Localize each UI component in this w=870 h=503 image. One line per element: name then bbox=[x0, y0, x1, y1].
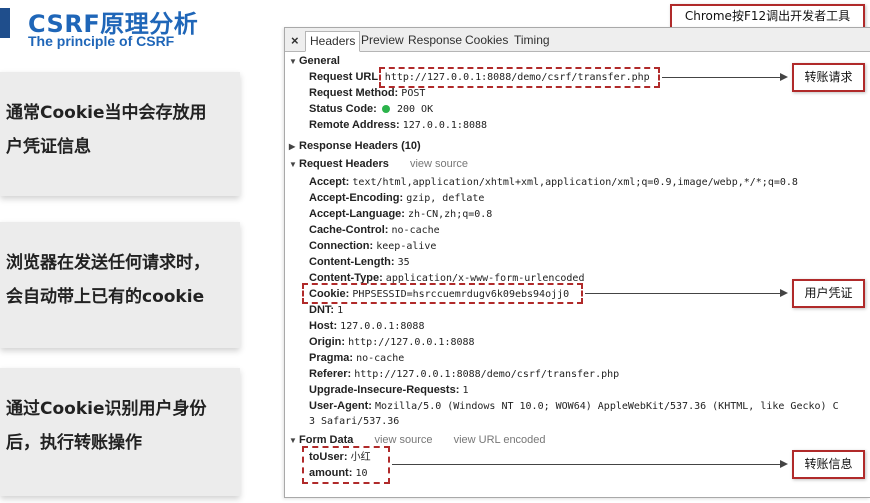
expand-triangle-icon: ▼ bbox=[289, 57, 297, 66]
header-key: Cache-Control: bbox=[309, 224, 389, 236]
header-key: Host: bbox=[309, 320, 338, 332]
title-block: CSRF原理分析 The principle of CSRF bbox=[0, 0, 270, 60]
callout-transfer-info: 转账信息 bbox=[792, 450, 865, 479]
user-agent-continuation: 3 Safari/537.36 bbox=[309, 414, 399, 429]
header-key: Remote Address: bbox=[309, 119, 400, 131]
section-response-headers[interactable]: ▶ Response Headers (10) bbox=[289, 139, 421, 154]
devtools-panel: × Headers Preview Response Cookies Timin… bbox=[284, 27, 870, 498]
arrow-head-icon bbox=[780, 73, 788, 81]
request-header-row: User-Agent: Mozilla/5.0 (Windows NT 10.0… bbox=[309, 399, 869, 414]
tab-response[interactable]: Response bbox=[404, 31, 466, 52]
highlight-form-data bbox=[302, 446, 390, 484]
header-key: Accept: bbox=[309, 176, 350, 188]
header-value: zh-CN,zh;q=0.8 bbox=[408, 209, 493, 220]
section-label: Response Headers (10) bbox=[299, 140, 421, 152]
card-line: 通过Cookie识别用户身份 bbox=[6, 399, 207, 419]
header-key: User-Agent: bbox=[309, 400, 372, 412]
explanation-card-1: 通常Cookie当中会存放用 户凭证信息 bbox=[0, 72, 240, 196]
expand-triangle-icon: ▼ bbox=[289, 436, 297, 445]
card-line: 浏览器在发送任何请求时， bbox=[6, 253, 210, 273]
header-key: Accept-Language: bbox=[309, 208, 405, 220]
header-value: 127.0.0.1:8088 bbox=[340, 321, 425, 332]
request-header-row: Connection: keep-alive bbox=[309, 239, 436, 254]
arrow-line bbox=[392, 464, 780, 465]
remote-address-value: 127.0.0.1:8088 bbox=[402, 120, 488, 131]
expand-triangle-icon: ▼ bbox=[289, 160, 297, 169]
header-key: Referer: bbox=[309, 368, 352, 380]
header-value: 1 bbox=[337, 305, 344, 316]
request-header-row: Referer: http://127.0.0.1:8088/demo/csrf… bbox=[309, 367, 619, 382]
explanation-card-3: 通过Cookie识别用户身份 后，执行转账操作 bbox=[0, 368, 240, 496]
callout-chrome-f12: Chrome按F12调出开发者工具 bbox=[670, 4, 865, 29]
header-key: Request Method: bbox=[309, 87, 399, 99]
arrow-head-icon bbox=[780, 289, 788, 297]
highlight-cookie bbox=[302, 283, 583, 304]
status-ok-icon bbox=[381, 105, 390, 113]
card-line: 户凭证信息 bbox=[6, 137, 91, 157]
header-value: keep-alive bbox=[376, 241, 437, 252]
highlight-request-url bbox=[379, 67, 660, 88]
card-line: 通常Cookie当中会存放用 bbox=[6, 103, 207, 123]
section-label: Request Headers bbox=[299, 158, 389, 170]
section-request-headers[interactable]: ▼ Request Headers view source bbox=[289, 157, 468, 172]
header-key: DNT: bbox=[309, 304, 335, 316]
request-header-row: Pragma: no-cache bbox=[309, 351, 404, 366]
view-url-encoded-link[interactable]: view URL encoded bbox=[454, 434, 546, 446]
request-header-row: Origin: http://127.0.0.1:8088 bbox=[309, 335, 475, 350]
tab-timing[interactable]: Timing bbox=[510, 31, 554, 52]
header-key: Request URL: bbox=[309, 71, 382, 83]
header-key: Content-Length: bbox=[309, 256, 395, 268]
header-key: Pragma: bbox=[309, 352, 354, 364]
arrow-line bbox=[585, 293, 780, 294]
request-method-row: Request Method: POST bbox=[309, 86, 425, 101]
devtools-tabbar: × Headers Preview Response Cookies Timin… bbox=[285, 28, 870, 52]
request-header-row: DNT: 1 bbox=[309, 303, 343, 318]
header-key: Origin: bbox=[309, 336, 346, 348]
header-value: Mozilla/5.0 (Windows NT 10.0; WOW64) App… bbox=[375, 401, 839, 412]
header-value: no-cache bbox=[356, 353, 405, 364]
request-header-row: Cache-Control: no-cache bbox=[309, 223, 440, 238]
header-value: no-cache bbox=[391, 225, 440, 236]
header-key: Connection: bbox=[309, 240, 374, 252]
request-header-row: Accept-Encoding: gzip, deflate bbox=[309, 191, 484, 206]
view-source-link[interactable]: view source bbox=[410, 158, 468, 170]
section-general[interactable]: ▼ General bbox=[289, 54, 340, 69]
callout-user-credential: 用户凭证 bbox=[792, 279, 865, 308]
request-header-row: Upgrade-Insecure-Requests: 1 bbox=[309, 383, 468, 398]
header-value: gzip, deflate bbox=[406, 193, 485, 204]
card-line: 会自动带上已有的cookie bbox=[6, 287, 205, 307]
tab-cookies[interactable]: Cookies bbox=[461, 31, 512, 52]
header-value: 35 bbox=[397, 257, 410, 268]
close-icon[interactable]: × bbox=[287, 31, 303, 52]
section-label: General bbox=[299, 55, 340, 67]
request-header-row: Host: 127.0.0.1:8088 bbox=[309, 319, 424, 334]
header-key: Accept-Encoding: bbox=[309, 192, 404, 204]
remote-address-row: Remote Address: 127.0.0.1:8088 bbox=[309, 118, 487, 133]
request-method-value: POST bbox=[401, 88, 426, 99]
explanation-card-2: 浏览器在发送任何请求时， 会自动带上已有的cookie bbox=[0, 222, 240, 348]
header-key: Upgrade-Insecure-Requests: bbox=[309, 384, 460, 396]
page-subtitle: The principle of CSRF bbox=[28, 33, 175, 49]
tab-headers[interactable]: Headers bbox=[305, 31, 361, 52]
status-code-row: Status Code: 200 OK bbox=[309, 102, 433, 117]
header-value: http://127.0.0.1:8088 bbox=[348, 337, 475, 348]
header-value: text/html,application/xhtml+xml,applicat… bbox=[352, 177, 798, 188]
header-value: http://127.0.0.1:8088/demo/csrf/transfer… bbox=[354, 369, 620, 380]
title-accent-bar bbox=[0, 8, 10, 38]
tab-preview[interactable]: Preview bbox=[357, 31, 408, 52]
card-line: 后，执行转账操作 bbox=[6, 433, 142, 453]
arrow-head-icon bbox=[780, 460, 788, 468]
arrow-line bbox=[662, 77, 780, 78]
header-key: Status Code: bbox=[309, 103, 377, 115]
view-source-link[interactable]: view source bbox=[374, 434, 432, 446]
callout-transfer-request: 转账请求 bbox=[792, 63, 865, 92]
request-header-row: Content-Length: 35 bbox=[309, 255, 410, 270]
status-code-value: 200 OK bbox=[396, 104, 434, 115]
header-value: 1 bbox=[462, 385, 469, 396]
header-value: 3 Safari/537.36 bbox=[309, 416, 400, 427]
section-label: Form Data bbox=[299, 434, 354, 446]
collapse-triangle-icon: ▶ bbox=[289, 142, 296, 151]
request-header-row: Accept-Language: zh-CN,zh;q=0.8 bbox=[309, 207, 492, 222]
request-header-row: Accept: text/html,application/xhtml+xml,… bbox=[309, 175, 798, 190]
